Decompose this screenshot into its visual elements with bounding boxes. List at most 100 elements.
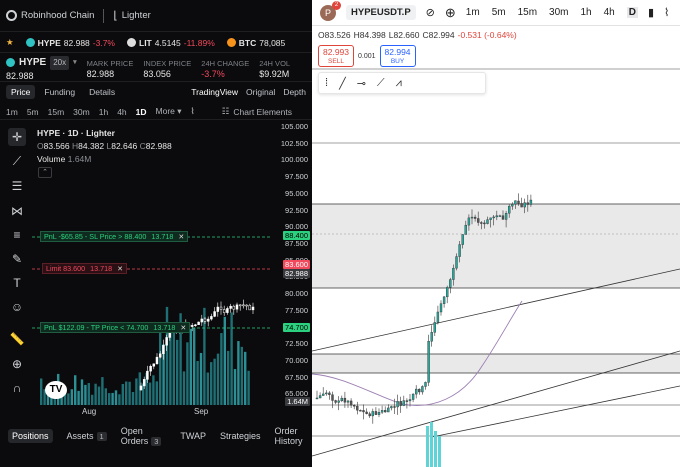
volume-bar <box>104 388 107 405</box>
brush-icon[interactable]: ✎ <box>8 250 26 268</box>
collapse-legend-icon[interactable]: ⌃ <box>38 167 52 178</box>
tab-positions[interactable]: Positions <box>8 429 53 443</box>
ticker-item-lit[interactable]: LIT 4.5145 -11.89% <box>127 38 215 48</box>
cursor-icon[interactable]: ⁞ <box>325 77 328 89</box>
add-symbol-icon[interactable]: ⊕ <box>445 5 456 21</box>
tf-more[interactable]: More ▾ <box>156 106 182 117</box>
candle-body <box>238 304 242 307</box>
tv-tf-15m[interactable]: 15m <box>518 7 537 18</box>
volume-bar <box>77 390 80 405</box>
tf-30m[interactable]: 30m <box>73 107 90 117</box>
tf-1h[interactable]: 1h <box>99 107 108 117</box>
tab-strategies[interactable]: Strategies <box>220 431 261 441</box>
spread-value: 0.001 <box>358 52 376 60</box>
tf-1d[interactable]: 1D <box>136 107 147 117</box>
volume-bar <box>155 381 158 405</box>
emoji-icon[interactable]: ☺ <box>8 298 26 316</box>
tv-tf-5m[interactable]: 5m <box>492 7 506 18</box>
tab-funding[interactable]: Funding <box>39 85 80 99</box>
close-icon[interactable]: ✕ <box>180 322 186 333</box>
tv-candle-body <box>334 400 337 403</box>
tf-5m[interactable]: 5m <box>27 107 39 117</box>
tp-order-label[interactable]: PnL $122.09 - TP Price < 74.700 13.718 ✕ <box>40 322 191 333</box>
horizontal-lines-icon[interactable]: ☰ <box>8 177 26 195</box>
leverage-badge[interactable]: 20x <box>50 55 70 70</box>
tf-15m[interactable]: 15m <box>48 107 65 117</box>
ruler-icon[interactable]: 📏 <box>8 330 26 348</box>
tab-depth[interactable]: Depth <box>283 87 306 97</box>
drawing-toolbar: ✛ ⟋ ☰ ⋈ ≡ ✎ T ☺ 📏 ⊕ ∩ <box>0 122 32 427</box>
volume-bar <box>84 384 87 405</box>
limit-order-label[interactable]: Limit 83.600 13.718 ✕ <box>42 263 128 274</box>
tv-candle-body <box>315 397 319 400</box>
tv-candle-body <box>480 222 483 224</box>
tv-tf-30m[interactable]: 30m <box>549 7 568 18</box>
tab-original[interactable]: Original <box>246 87 275 97</box>
horizontal-line-icon[interactable]: ⊸ <box>357 77 366 90</box>
tab-price[interactable]: Price <box>6 85 36 99</box>
tv-candle-body <box>436 311 440 323</box>
price-axis-label: 95.000 <box>285 188 308 198</box>
tv-candle-body <box>380 410 384 413</box>
candle-body <box>232 305 236 310</box>
ray-icon[interactable]: ⟋ <box>377 77 385 90</box>
tab-twap[interactable]: TWAP <box>180 431 206 441</box>
volume-bar <box>206 372 209 405</box>
ticker-change: -11.89% <box>183 37 215 48</box>
tv-tf-1m[interactable]: 1m <box>466 7 480 18</box>
brand[interactable]: Robinhood Chain ⌊ Lighter <box>6 8 151 23</box>
tv-candle-body <box>461 234 464 245</box>
volume-bar <box>216 353 220 405</box>
favorite-star-icon[interactable]: ★ <box>6 37 14 48</box>
tv-tf-1h[interactable]: 1h <box>581 7 592 18</box>
tf-4h[interactable]: 4h <box>117 107 126 117</box>
pair-selector[interactable]: HYPE 20x ▾ <box>6 55 77 70</box>
candle-body <box>248 305 252 311</box>
tv-candle-body <box>458 244 461 257</box>
avatar[interactable]: P 2 <box>320 0 341 21</box>
volume-bar <box>70 389 73 405</box>
buy-button[interactable]: 82.994 BUY <box>379 45 416 67</box>
crosshair-icon[interactable]: ✛ <box>8 128 26 146</box>
tf-1m[interactable]: 1m <box>6 107 18 117</box>
tab-assets[interactable]: Assets 1 <box>67 431 107 441</box>
ticker-item-hype[interactable]: HYPE 82.988 -3.7% <box>25 38 115 48</box>
stat-24h-change: 24H CHANGE -3.7% <box>201 58 250 79</box>
symbol-search[interactable]: HYPEUSDT.P <box>346 5 416 20</box>
price-axis-label: 97.500 <box>285 172 308 182</box>
line-style-icon[interactable]: ╱ <box>339 77 346 90</box>
tv-candle-body <box>325 392 328 395</box>
trend-line-icon[interactable]: ⟋ <box>8 152 26 170</box>
tab-open-orders[interactable]: Open Orders 3 <box>121 426 167 446</box>
sl-order-label[interactable]: PnL -$65.85 - SL Price > 88.400 13.718 ✕ <box>40 231 189 242</box>
indicators-icon[interactable]: ⌇ <box>191 106 195 117</box>
sell-button[interactable]: 82.993 SELL <box>318 45 354 67</box>
chart-elements-button[interactable]: ☷ Chart Elements <box>222 106 312 117</box>
pattern-icon[interactable]: ⋈ <box>8 202 26 220</box>
tv-tf-d[interactable]: D <box>626 7 638 18</box>
close-icon[interactable]: ✕ <box>117 263 123 274</box>
tv-tf-4h[interactable]: 4h <box>604 7 615 18</box>
indicators-icon[interactable]: ⌇ <box>664 6 669 19</box>
magnet-icon[interactable]: ∩ <box>8 379 26 397</box>
text-icon[interactable]: T <box>8 274 26 292</box>
tab-details[interactable]: Details <box>84 85 120 99</box>
ticker-item-btc[interactable]: BTC 78,085 <box>226 37 285 48</box>
compare-icon[interactable]: ⊘ <box>426 6 435 19</box>
robinhood-logo-icon <box>6 10 17 21</box>
notification-badge: 2 <box>332 0 341 10</box>
zigzag-icon[interactable]: ⩘ <box>396 77 402 90</box>
volume-bar <box>240 346 243 405</box>
ticker-symbol: BTC <box>238 37 257 48</box>
candle-type-icon[interactable]: ▮ <box>648 6 654 19</box>
volume-bar <box>118 394 121 405</box>
close-icon[interactable]: ✕ <box>178 231 184 242</box>
tab-order-history[interactable]: Order History <box>275 426 312 446</box>
legend-title: HYPE · 1D · Lighter <box>37 128 115 138</box>
tab-tradingview[interactable]: TradingView <box>191 87 238 97</box>
volume-bar <box>237 341 240 405</box>
volume-bar <box>148 382 152 405</box>
tv-candle-body <box>467 217 471 226</box>
fib-icon[interactable]: ≡ <box>8 226 26 244</box>
zoom-in-icon[interactable]: ⊕ <box>8 355 26 373</box>
